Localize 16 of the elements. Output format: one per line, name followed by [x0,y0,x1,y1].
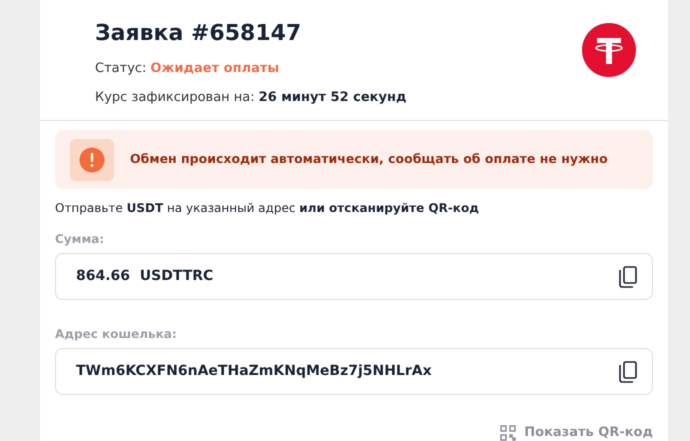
copy-icon[interactable] [618,360,638,382]
status-label: Статус: [95,60,146,78]
order-title: Заявка #658147 [95,20,302,48]
tether-logo-icon [582,23,636,77]
copy-icon[interactable] [618,266,638,288]
copy-field[interactable]: 864.66 USDTTRC [55,253,653,300]
notice-text: Обмен происходит автоматически, сообщать об оплате не нужно [130,150,608,168]
field-label: Адрес кошелька: [55,326,177,342]
instruction-text: Отправьте USDT на указанный адрес или отсканируйте QR-код [55,200,480,217]
field-label: Сумма: [55,231,104,247]
warning-icon [70,138,114,180]
rate-timer: 26 минут 52 секунд [258,89,406,107]
copy-field[interactable]: TWm6KCXFN6nAeTHaZmKNqMeBz7j5NHLrAx [55,348,653,395]
qr-code-icon [500,425,516,441]
status-value: Ожидает оплаты [150,60,280,78]
rate-label: Курс зафиксирован на: [95,89,255,107]
